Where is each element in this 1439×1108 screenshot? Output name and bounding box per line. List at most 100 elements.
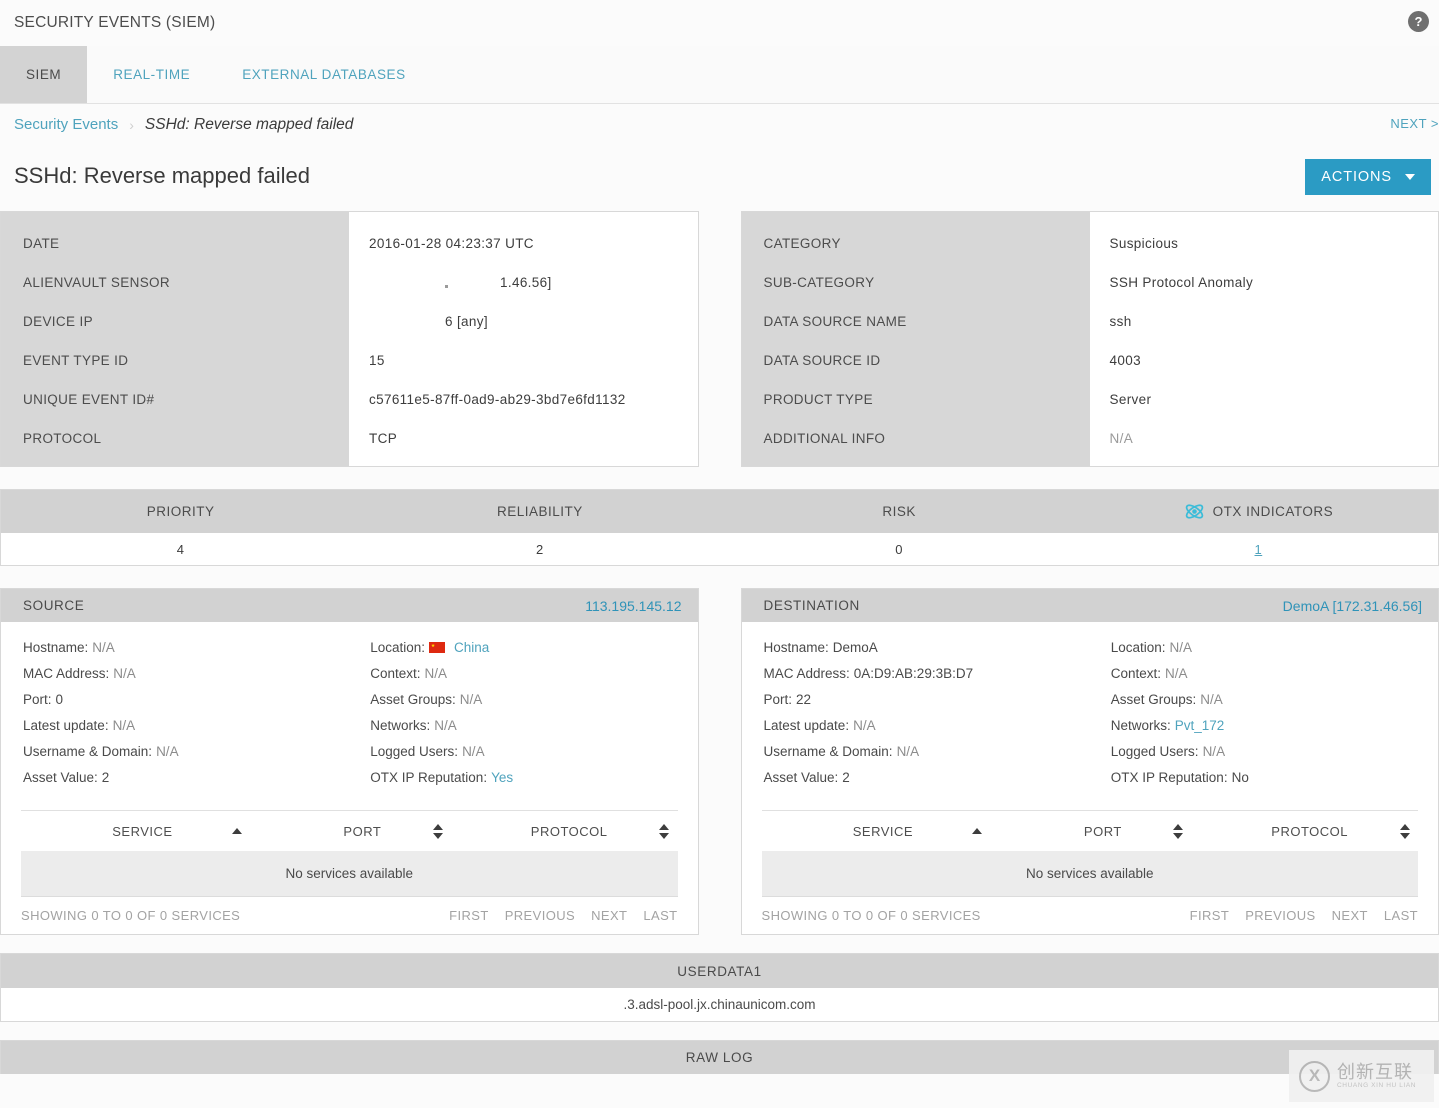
field-label-event-type-id: EVENT TYPE ID (23, 353, 129, 368)
destination-col-port[interactable]: PORT (1004, 823, 1201, 839)
source-hostname: Hostname: N/A (23, 639, 115, 655)
source-services-header: SERVICE PORT PROTOCOL (21, 811, 678, 851)
siem-event-detail-page: SECURITY EVENTS (SIEM) ? SIEM REAL-TIME … (0, 0, 1439, 1108)
pager-next[interactable]: NEXT (1332, 908, 1368, 923)
event-right-values: Suspicious SSH Protocol Anomaly ssh 4003… (1089, 212, 1438, 466)
raw-log-header[interactable]: RAW LOG (0, 1040, 1439, 1074)
userdata-section: USERDATA1 .3.adsl-pool.jx.chinaunicom.co… (0, 953, 1439, 1022)
destination-asset-groups: Asset Groups: N/A (1110, 691, 1223, 707)
source-asset-value: Asset Value: 2 (23, 769, 110, 785)
destination-latest-update: Latest update: N/A (763, 717, 876, 733)
score-header-risk: RISK (882, 504, 916, 519)
source-latest-update: Latest update: N/A (23, 717, 136, 733)
pager-last[interactable]: LAST (1384, 908, 1418, 923)
field-label-data-source-id: DATA SOURCE ID (763, 353, 881, 368)
otx-atom-icon (1185, 504, 1203, 519)
field-label-unique-event-id: UNIQUE EVENT ID# (23, 392, 155, 407)
destination-panel-body: Hostname: DemoA MAC Address: 0A:D9:AB:29:3… (742, 622, 1439, 800)
source-col-protocol[interactable]: PROTOCOL (461, 823, 678, 839)
source-destination-section: SOURCE 113.195.145.12 Hostname: N/A MAC A… (0, 588, 1439, 935)
china-flag-icon (429, 641, 446, 653)
field-value-device-ip: 6 [any] (445, 314, 488, 329)
sort-ascending-icon[interactable] (972, 828, 983, 834)
event-left-values: 2016-01-28 04:23:37 UTC 1.46.56] 6 [any]… (349, 212, 698, 466)
watermark: 创新互联 CHUANG XIN HU LIAN (1289, 1050, 1434, 1102)
actions-button[interactable]: ACTIONS (1305, 159, 1431, 195)
page-section-title: SECURITY EVENTS (SIEM) (14, 14, 216, 31)
destination-otx-ip-reputation: OTX IP Reputation: No (1110, 769, 1249, 785)
sort-both-icon[interactable] (659, 823, 670, 839)
breadcrumb-separator-icon: › (129, 116, 134, 133)
source-services-pager: FIRST PREVIOUS NEXT LAST (449, 908, 677, 923)
tab-siem[interactable]: SIEM (0, 46, 88, 103)
event-right-labels: CATEGORY SUB-CATEGORY DATA SOURCE NAME D… (741, 212, 1090, 466)
destination-services-pager: FIRST PREVIOUS NEXT LAST (1190, 908, 1418, 923)
pager-first[interactable]: FIRST (1190, 908, 1230, 923)
title-row: SSHd: Reverse mapped failed ACTIONS (0, 145, 1439, 207)
field-value-date: 2016-01-28 04:23:37 UTC (369, 236, 534, 251)
source-col-service[interactable]: SERVICE (21, 824, 264, 839)
source-col-port[interactable]: PORT (264, 823, 461, 839)
sort-both-icon[interactable] (432, 823, 443, 839)
userdata-header: USERDATA1 (1, 954, 1438, 988)
pager-previous[interactable]: PREVIOUS (505, 908, 575, 923)
source-context: Context: N/A (370, 665, 448, 681)
breadcrumb-root-link[interactable]: Security Events (14, 116, 118, 133)
redaction-dot-icon (445, 285, 448, 288)
sort-ascending-icon[interactable] (231, 828, 242, 834)
field-label-product-type: PRODUCT TYPE (763, 392, 873, 407)
destination-networks-link[interactable]: Pvt_172 (1175, 718, 1225, 733)
destination-services-header: SERVICE PORT PROTOCOL (762, 811, 1419, 851)
field-label-sub-category: SUB-CATEGORY (763, 275, 875, 290)
destination-panel: DESTINATION DemoA [172.31.46.56] Hostnam… (740, 588, 1439, 935)
tab-external-databases[interactable]: EXTERNAL DATABASES (216, 46, 431, 103)
field-value-additional-info: N/A (1109, 431, 1134, 446)
destination-services-footer: SHOWING 0 TO 0 OF 0 SERVICES FIRST PREVI… (762, 897, 1419, 934)
destination-panel-header: DESTINATION DemoA [172.31.46.56] (741, 589, 1438, 622)
source-panel-header: SOURCE 113.195.145.12 (1, 589, 698, 622)
score-value-reliability: 2 (536, 541, 544, 557)
field-value-product-type: Server (1109, 392, 1152, 407)
destination-hostname: Hostname: DemoA (763, 639, 878, 655)
tab-bar: SIEM REAL-TIME EXTERNAL DATABASES (0, 46, 1439, 104)
destination-port: Port: 22 (763, 691, 812, 707)
source-services-showing: SHOWING 0 TO 0 OF 0 SERVICES (21, 908, 241, 923)
destination-location: Location: N/A (1110, 639, 1193, 655)
app-header: SECURITY EVENTS (SIEM) ? (0, 0, 1439, 46)
breadcrumb-current: SSHd: Reverse mapped failed (144, 115, 354, 133)
sort-both-icon[interactable] (1399, 823, 1410, 839)
page-title: SSHd: Reverse mapped failed (14, 163, 310, 188)
pager-first[interactable]: FIRST (449, 908, 489, 923)
score-header-otx-label: OTX INDICATORS (1212, 504, 1334, 519)
field-label-alienvault-sensor: ALIENVAULT SENSOR (23, 275, 170, 290)
source-panel-body: Hostname: N/A MAC Address: N/A Port: 0 Late… (1, 622, 698, 800)
score-strip: PRIORITY RELIABILITY RISK OTX INDICATORS… (0, 489, 1439, 566)
sort-both-icon[interactable] (1173, 823, 1184, 839)
help-icon[interactable]: ? (1408, 11, 1429, 32)
destination-col-protocol[interactable]: PROTOCOL (1201, 823, 1418, 839)
source-logged-users: Logged Users: N/A (370, 743, 485, 759)
source-location-link[interactable]: China (454, 640, 489, 655)
watermark-chinese: 创新互联 (1337, 1061, 1413, 1082)
field-label-category: CATEGORY (763, 236, 841, 251)
source-address-link[interactable]: 113.195.145.12 (585, 598, 681, 614)
destination-services-showing: SHOWING 0 TO 0 OF 0 SERVICES (761, 908, 981, 923)
destination-col-service[interactable]: SERVICE (762, 824, 1005, 839)
tab-real-time[interactable]: REAL-TIME (87, 46, 216, 103)
score-header-reliability: RELIABILITY (496, 504, 583, 519)
pager-next[interactable]: NEXT (591, 908, 627, 923)
source-otx-reputation-link[interactable]: Yes (491, 770, 513, 785)
pager-previous[interactable]: PREVIOUS (1245, 908, 1315, 923)
event-left-labels: DATE ALIENVAULT SENSOR DEVICE IP EVENT T… (1, 212, 349, 466)
event-detail-panel-right: CATEGORY SUB-CATEGORY DATA SOURCE NAME D… (740, 211, 1439, 467)
next-event-link[interactable]: NEXT > (1390, 116, 1439, 131)
field-value-category: Suspicious (1109, 236, 1179, 251)
destination-services-empty: No services available (761, 851, 1418, 897)
pager-last[interactable]: LAST (643, 908, 677, 923)
source-port: Port: 0 (23, 691, 64, 707)
source-left-fields: Hostname: N/A MAC Address: N/A Port: 0 Late… (1, 634, 349, 790)
destination-address-link[interactable]: DemoA [172.31.46.56] (1283, 598, 1422, 614)
field-value-data-source-id: 4003 (1109, 353, 1141, 368)
score-value-otx-indicators[interactable]: 1 (1079, 533, 1438, 565)
source-services-table: SERVICE PORT PROTOCOL No services availa… (21, 810, 678, 934)
